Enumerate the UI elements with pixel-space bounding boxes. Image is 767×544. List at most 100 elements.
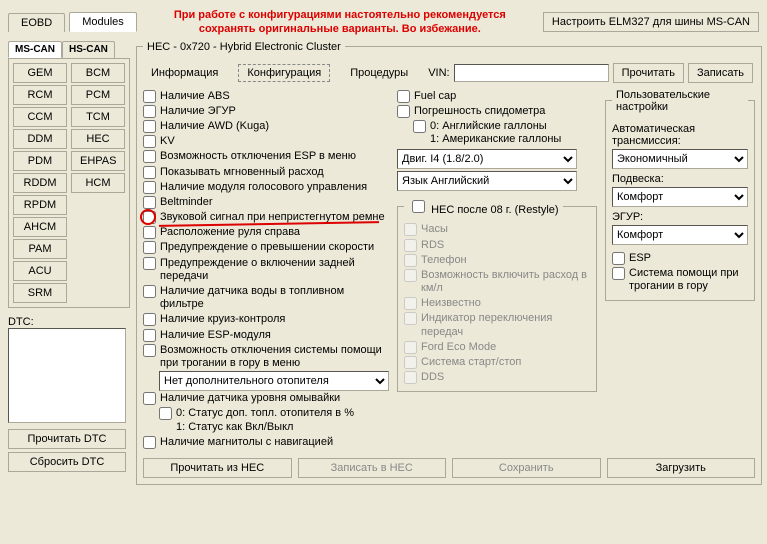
write-button[interactable]: Записать [688, 63, 753, 83]
panel-title: HEC - 0x720 - Hybrid Electronic Cluster [143, 41, 345, 53]
tab-hscan[interactable]: HS-CAN [62, 41, 115, 58]
read-dtc-button[interactable]: Прочитать DTC [8, 429, 126, 449]
vin-label: VIN: [428, 67, 449, 79]
dtc-listbox[interactable] [8, 328, 126, 423]
option-checkbox[interactable] [143, 135, 156, 148]
option-checkbox[interactable] [413, 120, 426, 133]
config-option: Наличие ABS [143, 89, 389, 104]
trans-label: Автоматическая трансмиссия: [612, 123, 748, 147]
module-rpdm[interactable]: RPDM [13, 195, 67, 215]
module-rcm[interactable]: RCM [13, 85, 67, 105]
module-bcm[interactable]: BCM [71, 63, 125, 83]
save-button[interactable]: Сохранить [452, 458, 601, 478]
config-option: Наличие AWD (Kuga) [143, 119, 389, 134]
module-hec[interactable]: HEC [71, 129, 125, 149]
configure-elm-button[interactable]: Настроить ELM327 для шины MS-CAN [543, 12, 759, 32]
option-checkbox [404, 254, 417, 267]
engine-combo[interactable]: Двиг. I4 (1.8/2.0) [397, 149, 577, 169]
config-option: Наличие круиз-контроля [143, 312, 389, 327]
reset-dtc-button[interactable]: Сбросить DTC [8, 452, 126, 472]
tab-config[interactable]: Конфигурация [238, 64, 330, 82]
option-checkbox[interactable] [143, 285, 156, 298]
option-checkbox [404, 356, 417, 369]
option-checkbox[interactable] [143, 226, 156, 239]
config-option: Предупреждение о превышении скорости [143, 240, 389, 255]
option-checkbox[interactable] [159, 407, 172, 420]
module-rddm[interactable]: RDDM [13, 173, 67, 193]
config-option: Возможность отключения системы помощи пр… [143, 343, 389, 371]
option-checkbox [404, 341, 417, 354]
user-settings-fieldset: Пользовательские настройки Автоматическа… [605, 89, 755, 302]
module-pdm[interactable]: PDM [13, 151, 67, 171]
config-option: Наличие магнитолы с навигацией [143, 435, 389, 450]
option-checkbox[interactable] [143, 90, 156, 103]
module-tcm[interactable]: TCM [71, 107, 125, 127]
option-checkbox[interactable] [397, 105, 410, 118]
module-gem[interactable]: GEM [13, 63, 67, 83]
egur-label: ЭГУР: [612, 211, 748, 223]
config-option: 0: Статус доп. топл. отопителя в % 1: Ст… [159, 406, 389, 434]
vin-input[interactable] [454, 64, 609, 82]
module-pcm[interactable]: PCM [71, 85, 125, 105]
option-checkbox[interactable] [143, 436, 156, 449]
config-option: Погрешность спидометра [397, 104, 597, 119]
config-option: Расположение руля справа [143, 225, 389, 240]
config-option: Возможность отключения ESP в меню [143, 149, 389, 164]
option-checkbox[interactable] [143, 120, 156, 133]
restyle-fieldset: HEC после 08 г. (Restyle) ЧасыRDSТелефон… [397, 197, 597, 392]
option-checkbox[interactable] [143, 392, 156, 405]
option-checkbox[interactable] [143, 150, 156, 163]
config-option: Система старт/стоп [404, 355, 590, 370]
config-option: Индикатор переключения передач [404, 311, 590, 339]
write-to-hec-button[interactable]: Записать в HEC [298, 458, 447, 478]
tab-procedures[interactable]: Процедуры [342, 65, 416, 81]
heater-combo[interactable]: Нет дополнительного отопителя [159, 371, 389, 391]
option-checkbox [404, 269, 417, 282]
egur-combo[interactable]: Комфорт [612, 225, 748, 245]
read-button[interactable]: Прочитать [613, 63, 684, 83]
module-ehpas[interactable]: EHPAS [71, 151, 125, 171]
option-checkbox[interactable] [143, 241, 156, 254]
option-checkbox[interactable] [143, 211, 156, 224]
trans-combo[interactable]: Экономичный [612, 149, 748, 169]
tab-mscan[interactable]: MS-CAN [8, 41, 62, 58]
tab-info[interactable]: Информация [143, 65, 226, 81]
option-checkbox[interactable] [143, 181, 156, 194]
user-settings-title: Пользовательские настройки [612, 89, 748, 113]
option-checkbox[interactable] [143, 257, 156, 270]
restyle-checkbox[interactable] [412, 200, 425, 213]
module-ccm[interactable]: CCM [13, 107, 67, 127]
read-from-hec-button[interactable]: Прочитать из HEC [143, 458, 292, 478]
load-button[interactable]: Загрузить [607, 458, 756, 478]
tab-eobd[interactable]: EOBD [8, 13, 65, 32]
module-col-2: BCMPCMTCMHECEHPASHCM [71, 63, 125, 303]
option-checkbox[interactable] [143, 313, 156, 326]
config-option: Звуковой сигнал при непристегнутом ремне [143, 210, 389, 225]
config-option: Наличие модуля голосового управления [143, 180, 389, 195]
option-checkbox[interactable] [143, 344, 156, 357]
config-option: 0: Английские галлоны 1: Американские га… [413, 119, 597, 147]
config-option: KV [143, 134, 389, 149]
module-ahcm[interactable]: AHCM [13, 217, 67, 237]
option-checkbox [404, 371, 417, 384]
option-checkbox[interactable] [143, 105, 156, 118]
esp-checkbox[interactable] [612, 252, 625, 265]
module-pam[interactable]: PAM [13, 239, 67, 259]
module-ddm[interactable]: DDM [13, 129, 67, 149]
tab-modules[interactable]: Modules [69, 12, 137, 32]
susp-combo[interactable]: Комфорт [612, 187, 748, 207]
module-hcm[interactable]: HCM [71, 173, 125, 193]
language-combo[interactable]: Язык Английский [397, 171, 577, 191]
susp-label: Подвеска: [612, 173, 748, 185]
config-option: RDS [404, 238, 590, 253]
module-srm[interactable]: SRM [13, 283, 67, 303]
option-checkbox[interactable] [143, 166, 156, 179]
option-checkbox[interactable] [143, 196, 156, 209]
option-checkbox[interactable] [397, 90, 410, 103]
module-col-1: GEMRCMCCMDDMPDMRDDMRPDMAHCMPAMACUSRM [13, 63, 67, 303]
config-option: Наличие датчика воды в топливном фильтре [143, 284, 389, 312]
option-checkbox[interactable] [143, 329, 156, 342]
hillassist-checkbox[interactable] [612, 267, 625, 280]
config-option: Телефон [404, 253, 590, 268]
module-acu[interactable]: ACU [13, 261, 67, 281]
